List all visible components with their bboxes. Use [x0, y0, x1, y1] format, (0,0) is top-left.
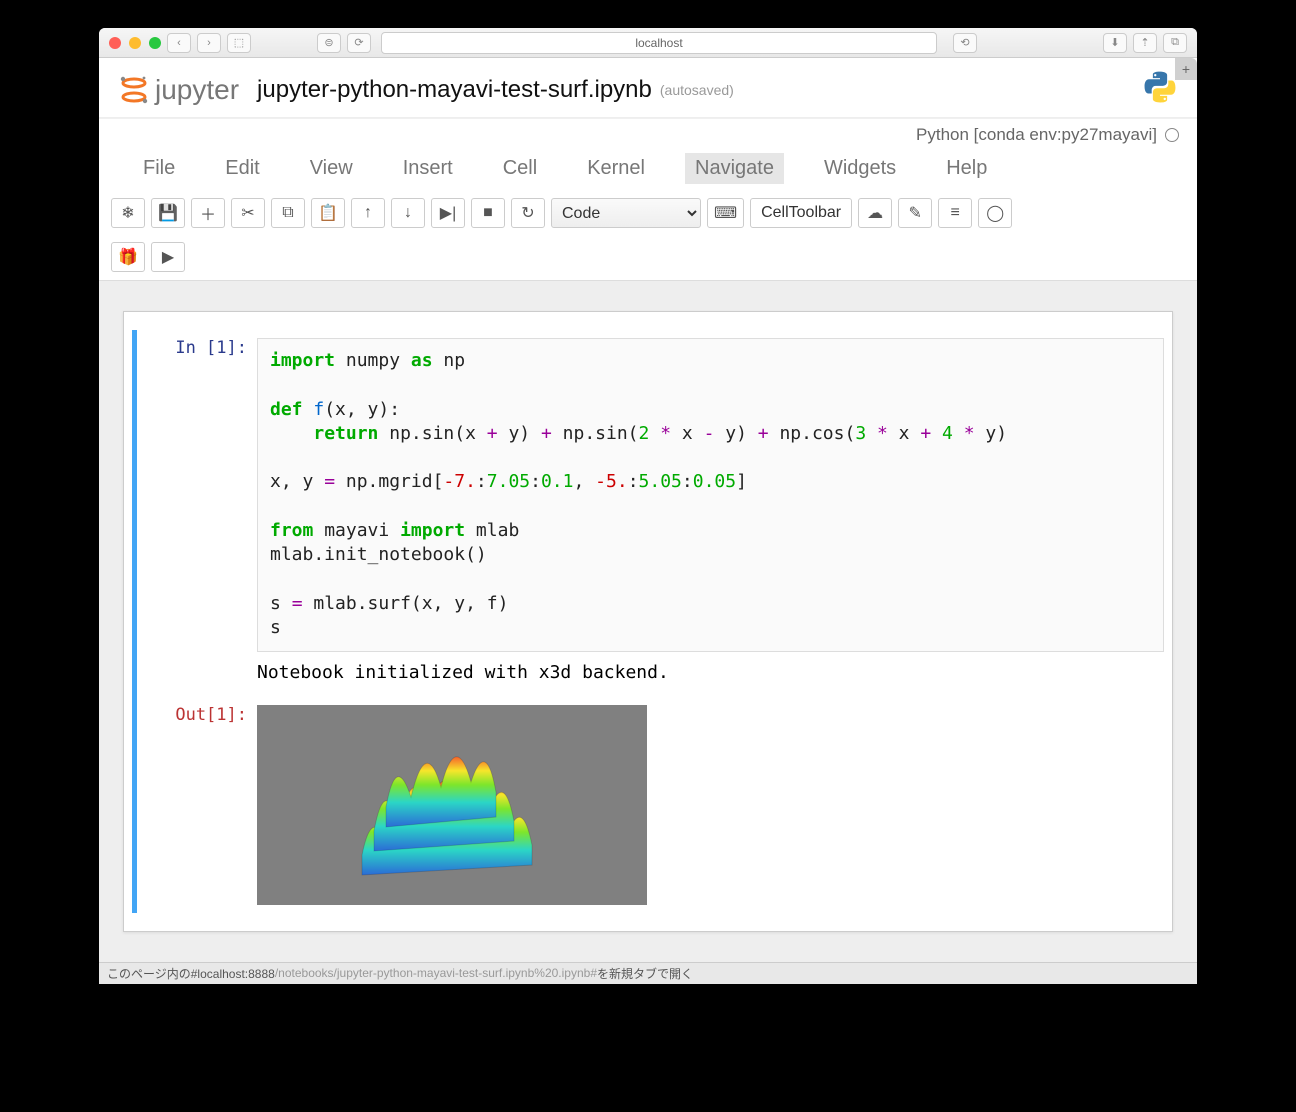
github-icon[interactable]: ◯: [978, 198, 1012, 228]
cut-button[interactable]: ✂: [231, 198, 265, 228]
notebook-title[interactable]: jupyter-python-mayavi-test-surf.ipynb: [257, 76, 652, 104]
jupyter-header: jupyter jupyter-python-mayavi-test-surf.…: [99, 58, 1197, 118]
share-button[interactable]: ⇡: [1133, 33, 1157, 53]
youtube-icon[interactable]: ▶: [151, 242, 185, 272]
run-button[interactable]: ▶|: [431, 198, 465, 228]
text-output: Notebook initialized with x3d backend.: [257, 652, 1164, 689]
forward-button[interactable]: ›: [197, 33, 221, 53]
kernel-status-icon: [1165, 128, 1179, 142]
close-icon[interactable]: [109, 37, 121, 49]
browser-window: ‹ › ⬚ ⊜ ⟳ localhost ⟲ ⬇ ⇡ ⧉ + jupyter ju…: [99, 28, 1197, 984]
copy-button[interactable]: ⧉: [271, 198, 305, 228]
paste-button[interactable]: 📋: [311, 198, 345, 228]
code-input[interactable]: import numpy as np def f(x, y): return n…: [257, 338, 1164, 652]
jupyter-icon: [117, 73, 151, 107]
url-bar[interactable]: localhost: [381, 32, 937, 54]
menubar: File Edit View Insert Cell Kernel Naviga…: [99, 145, 1197, 194]
cell-toolbar-button[interactable]: CellToolbar: [750, 198, 852, 228]
jupyter-logo[interactable]: jupyter: [117, 73, 239, 107]
menu-view[interactable]: View: [300, 153, 363, 184]
menu-kernel[interactable]: Kernel: [577, 153, 655, 184]
sidebar-button[interactable]: ⬚: [227, 33, 251, 53]
autosave-label: (autosaved): [660, 82, 734, 98]
stop-button[interactable]: ■: [471, 198, 505, 228]
kernel-indicator-row: Python [conda env:py27mayavi]: [99, 118, 1197, 145]
back-button[interactable]: ‹: [167, 33, 191, 53]
zoom-icon[interactable]: [149, 37, 161, 49]
tabs-button[interactable]: ⧉: [1163, 33, 1187, 53]
keyboard-icon[interactable]: ⌨: [707, 198, 744, 228]
cloud-icon[interactable]: ☁: [858, 198, 892, 228]
status-path: /notebooks/jupyter-python-mayavi-test-su…: [275, 966, 597, 980]
titlebar: ‹ › ⬚ ⊜ ⟳ localhost ⟲ ⬇ ⇡ ⧉: [99, 28, 1197, 58]
add-cell-button[interactable]: ＋: [191, 198, 225, 228]
new-tab-button[interactable]: +: [1175, 58, 1197, 80]
reload-button[interactable]: ⟳: [347, 33, 371, 53]
output-cell-1: Out[1]:: [132, 697, 1164, 913]
mayavi-3d-output[interactable]: [257, 705, 647, 905]
reader-button[interactable]: ⊜: [317, 33, 341, 53]
menu-cell[interactable]: Cell: [493, 153, 547, 184]
out-prompt: Out[1]:: [137, 705, 257, 905]
status-prefix: このページ内の#localhost:8888: [107, 965, 275, 982]
python-logo-icon: [1141, 68, 1179, 111]
list-icon[interactable]: ≡: [938, 198, 972, 228]
brush-icon[interactable]: ✎: [898, 198, 932, 228]
menu-file[interactable]: File: [133, 153, 185, 184]
kernel-name[interactable]: Python [conda env:py27mayavi]: [916, 125, 1157, 145]
window-controls: [109, 37, 161, 49]
save-button[interactable]: 💾: [151, 198, 185, 228]
code-cell-1[interactable]: In [1]: import numpy as np def f(x, y): …: [132, 330, 1164, 697]
cell-type-select[interactable]: Code: [551, 198, 701, 228]
move-up-button[interactable]: ↑: [351, 198, 385, 228]
notebook-area: In [1]: import numpy as np def f(x, y): …: [99, 281, 1197, 962]
in-prompt: In [1]:: [137, 338, 257, 689]
menu-widgets[interactable]: Widgets: [814, 153, 906, 184]
restart-button[interactable]: ↻: [511, 198, 545, 228]
menu-help[interactable]: Help: [936, 153, 997, 184]
jupyter-logo-text: jupyter: [155, 74, 239, 106]
downloads-button[interactable]: ⬇: [1103, 33, 1127, 53]
toolbar: ❄ 💾 ＋ ✂ ⧉ 📋 ↑ ↓ ▶| ■ ↻ Code ⌨ CellToolba…: [99, 194, 1197, 281]
status-bar: このページ内の#localhost:8888/notebooks/jupyter…: [99, 962, 1197, 984]
refresh-button[interactable]: ⟲: [953, 33, 977, 53]
menu-insert[interactable]: Insert: [393, 153, 463, 184]
move-down-button[interactable]: ↓: [391, 198, 425, 228]
status-suffix: を新規タブで開く: [597, 965, 693, 982]
minimize-icon[interactable]: [129, 37, 141, 49]
snowflake-icon[interactable]: ❄: [111, 198, 145, 228]
menu-navigate[interactable]: Navigate: [685, 153, 784, 184]
menu-edit[interactable]: Edit: [215, 153, 269, 184]
notebook: In [1]: import numpy as np def f(x, y): …: [123, 311, 1173, 932]
gift-icon[interactable]: 🎁: [111, 242, 145, 272]
